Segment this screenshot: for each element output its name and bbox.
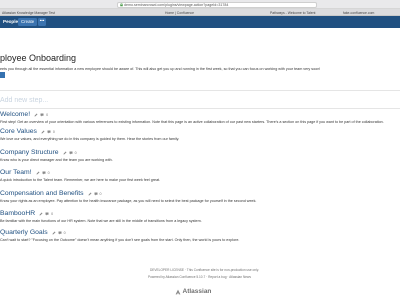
step-title[interactable]: BambooHR <box>0 210 35 218</box>
address-bar[interactable]: ​demo.seminarcrowd.com/plugins/viewpage.… <box>117 1 317 8</box>
browser-tab[interactable]: Atlassian Knowledge Manager Test <box>2 11 55 15</box>
more-button[interactable]: ••• <box>38 18 46 26</box>
step-section: Compensation and Benefits 0 Know your ri… <box>0 189 400 203</box>
pencil-icon[interactable] <box>39 212 43 216</box>
browser-tab[interactable]: Pathways - Welcome to Talent <box>270 11 315 15</box>
comment-count: 0 <box>63 231 66 235</box>
step-title[interactable]: Compensation and Benefits <box>0 190 84 198</box>
step-description: Know who is your direct manager and the … <box>0 157 113 162</box>
step-description: A quick introduction to the Talent team.… <box>0 177 161 182</box>
comment-count: 0 <box>99 192 102 196</box>
comment-icon <box>58 231 62 235</box>
page-intro: eets you through all the essential infor… <box>0 67 321 71</box>
step-title[interactable]: Welcome! <box>0 111 30 119</box>
atlassian-logo-text: Atlassian <box>182 288 212 295</box>
comment-icon <box>40 113 44 117</box>
step-section: BambooHR 0 Be familiar with the main fun… <box>0 209 400 223</box>
step-title[interactable]: Core Values <box>0 128 37 136</box>
comment-count: 0 <box>74 151 77 155</box>
step-section: Our Team! 0 A quick introduction to the … <box>0 168 400 182</box>
browser-tab[interactable]: fake-confluence.com <box>343 11 374 15</box>
comment-icon <box>69 151 73 155</box>
comment-icon <box>47 130 51 134</box>
pencil-icon[interactable] <box>34 113 38 117</box>
page-title: ployee Onboarding <box>0 53 77 63</box>
browser-tab[interactable]: Home | Confluence <box>165 11 194 15</box>
step-description: First step! Get an overview of your orie… <box>0 119 384 124</box>
comment-count: 0 <box>46 113 49 117</box>
comment-count: 0 <box>52 130 55 134</box>
step-description: Be familiar with the main functions of o… <box>0 218 202 223</box>
comment-count: 0 <box>47 171 50 175</box>
step-section: Quarterly Goals 0 Can't wait to start? "… <box>0 228 400 242</box>
edit-button[interactable] <box>0 72 5 78</box>
step-title[interactable]: Company Structure <box>0 149 59 157</box>
divider <box>0 90 400 91</box>
comment-count: 0 <box>51 212 54 216</box>
pencil-icon[interactable] <box>88 192 92 196</box>
confluence-header: People Create ••• <box>0 16 400 28</box>
browser-toolbar: ​demo.seminarcrowd.com/plugins/viewpage.… <box>0 0 400 9</box>
step-section: Welcome! 0 First step! Get an overview o… <box>0 110 400 124</box>
step-description: We love our values, and everything we do… <box>0 136 180 141</box>
people-link[interactable]: People <box>3 19 18 24</box>
license-notice: DEVELOPER LICENSE · This Confluence site… <box>150 268 260 272</box>
lock-icon <box>119 3 123 7</box>
pencil-icon[interactable] <box>63 151 67 155</box>
step-description: Know your rights as an employee. Pay att… <box>0 198 257 203</box>
atlassian-logo-icon <box>175 289 181 294</box>
pencil-icon[interactable] <box>41 130 45 134</box>
comment-icon <box>94 192 98 196</box>
step-description: Can't wait to start? "Focusing on the Ou… <box>0 237 240 242</box>
divider <box>0 108 400 109</box>
browser-tabs: Atlassian Knowledge Manager Test Home | … <box>0 9 400 16</box>
step-section: Core Values 0 We love our values, and ev… <box>0 127 400 141</box>
footer-links[interactable]: Powered by Atlassian Confluence 5.10.7 ·… <box>148 275 251 279</box>
add-step-input[interactable]: Add new step... <box>0 97 48 104</box>
comment-icon <box>45 212 49 216</box>
url-text: ​demo.seminarcrowd.com/plugins/viewpage.… <box>124 2 229 7</box>
step-section: Company Structure 0 Know who is your dir… <box>0 148 400 162</box>
comment-icon <box>42 171 46 175</box>
step-title[interactable]: Quarterly Goals <box>0 229 48 237</box>
pencil-icon[interactable] <box>52 231 56 235</box>
step-title[interactable]: Our Team! <box>0 169 32 177</box>
atlassian-logo: Atlassian <box>175 288 211 295</box>
create-button[interactable]: Create <box>18 18 38 26</box>
pencil-icon[interactable] <box>36 171 40 175</box>
